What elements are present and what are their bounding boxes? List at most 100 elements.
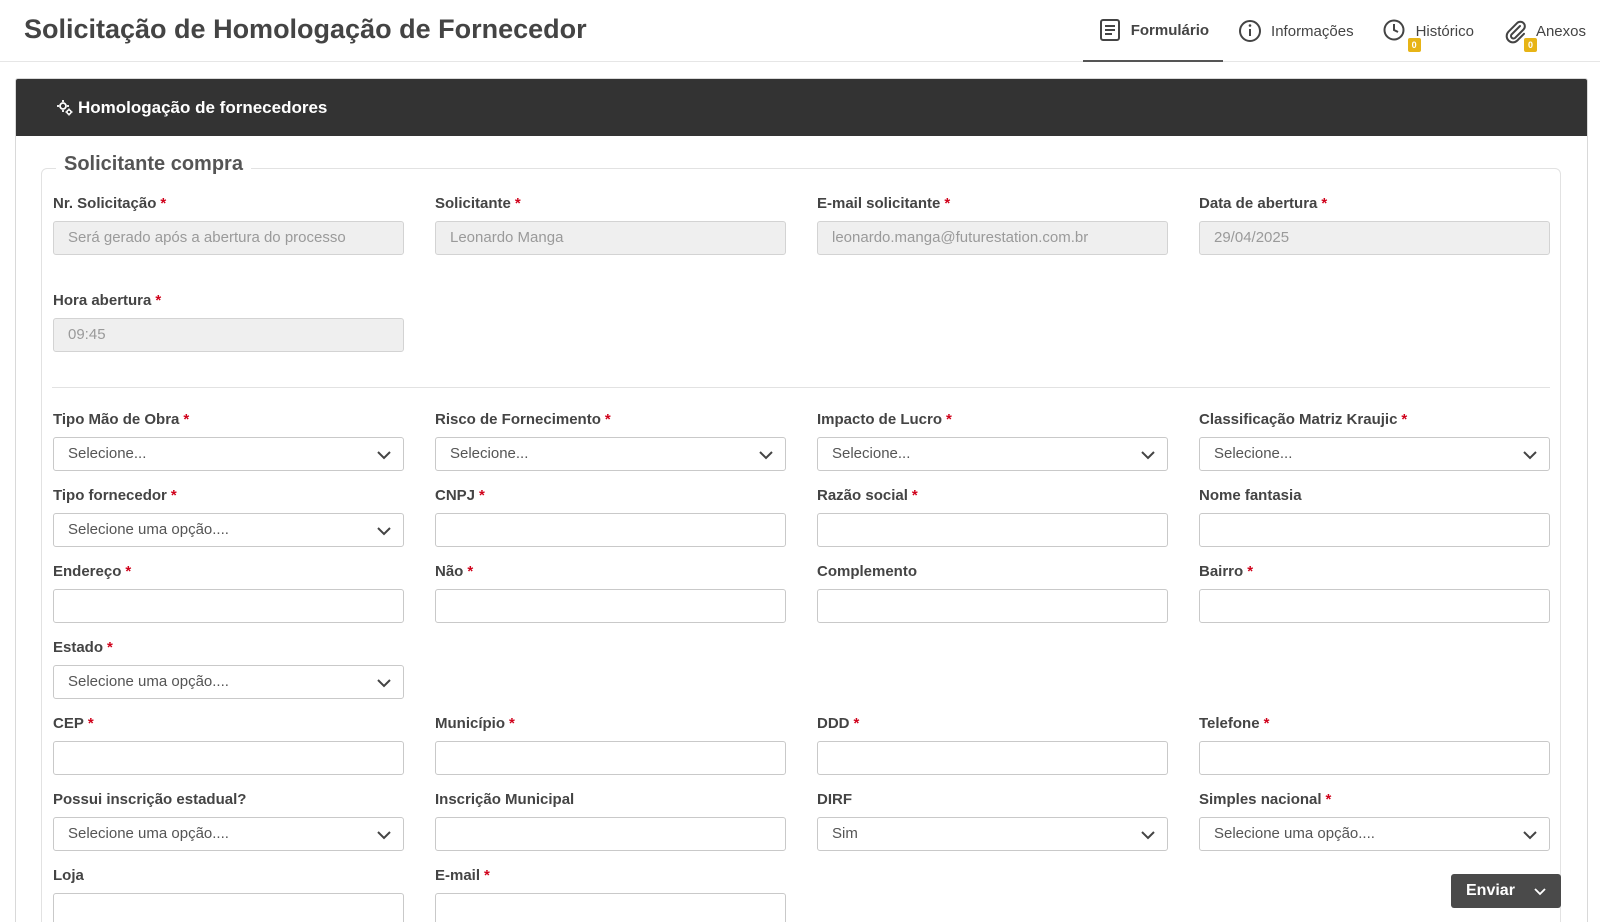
required-mark: * <box>1321 195 1328 212</box>
ddd-input[interactable] <box>817 741 1168 775</box>
impacto-lucro-select[interactable]: Selecione... <box>817 437 1168 471</box>
select-value: Selecione uma opção.... <box>68 521 229 538</box>
field-nr-solicitacao: Nr. Solicitação * Será gerado após a aber… <box>53 194 404 255</box>
email-solicitante-input[interactable]: leonardo.manga@futurestation.com.br <box>817 221 1168 255</box>
select-value: Selecione... <box>832 445 911 462</box>
bairro-input[interactable] <box>1199 589 1550 623</box>
razao-social-input[interactable] <box>817 513 1168 547</box>
endereco-input[interactable] <box>53 589 404 623</box>
tab-informacoes[interactable]: Informações <box>1223 0 1368 62</box>
field-hora-abertura: Hora abertura * 09:45 <box>53 291 404 352</box>
field-estado: Estado * Selecione uma opção.... <box>53 638 404 699</box>
estado-select[interactable]: Selecione uma opção.... <box>53 665 404 699</box>
tipo-mao-obra-select[interactable]: Selecione... <box>53 437 404 471</box>
field-label: CNPJ <box>435 487 476 504</box>
nome-fantasia-input[interactable] <box>1199 513 1550 547</box>
loja-input[interactable] <box>53 893 404 922</box>
chevron-down-icon <box>1141 451 1155 460</box>
solicitante-input[interactable]: Leonardo Manga <box>435 221 786 255</box>
required-mark: * <box>125 563 132 580</box>
select-value: Selecione... <box>68 445 147 462</box>
complemento-input[interactable] <box>817 589 1168 623</box>
hora-abertura-input[interactable]: 09:45 <box>53 318 404 352</box>
field-solicitante: Solicitante * Leonardo Manga <box>435 194 786 255</box>
simples-nacional-select[interactable]: Selecione uma opção.... <box>1199 817 1550 851</box>
select-value: Selecione... <box>1214 445 1293 462</box>
required-mark: * <box>911 487 918 504</box>
field-label: CEP <box>53 715 84 732</box>
matriz-kraujic-select[interactable]: Selecione... <box>1199 437 1550 471</box>
select-value: Sim <box>832 825 858 842</box>
data-abertura-input[interactable]: 29/04/2025 <box>1199 221 1550 255</box>
field-impacto-lucro: Impacto de Lucro * Selecione... <box>817 410 1168 471</box>
field-email-solicitante: E-mail solicitante * leonardo.manga@futur… <box>817 194 1168 255</box>
field-label: E-mail <box>435 867 481 884</box>
required-mark: * <box>514 195 521 212</box>
required-mark: * <box>1401 411 1408 428</box>
tab-anexos[interactable]: 0 Anexos <box>1488 0 1600 62</box>
tab-label: Informações <box>1271 22 1354 40</box>
field-complemento: Complemento <box>817 562 1168 623</box>
chevron-down-icon <box>377 831 391 840</box>
email-input[interactable] <box>435 893 786 922</box>
required-mark: * <box>170 487 177 504</box>
tab-historico[interactable]: 0 Histórico <box>1368 0 1488 62</box>
form-icon <box>1097 17 1123 43</box>
required-mark: * <box>853 715 860 732</box>
required-mark: * <box>479 487 485 504</box>
field-endereco: Endereço * <box>53 562 404 623</box>
cep-input[interactable] <box>53 741 404 775</box>
tab-bar: Formulário Informações 0 Histórico 0 Ane… <box>1082 0 1600 62</box>
cnpj-input[interactable] <box>435 513 786 547</box>
nr-solicitacao-input[interactable]: Será gerado após a abertura do processo <box>53 221 404 255</box>
inscricao-municipal-input[interactable] <box>435 817 786 851</box>
send-button[interactable]: Enviar <box>1451 874 1561 908</box>
field-data-abertura: Data de abertura * 29/04/2025 <box>1199 194 1550 255</box>
field-label: Não <box>435 563 464 580</box>
municipio-input[interactable] <box>435 741 786 775</box>
tab-label: Anexos <box>1535 22 1586 40</box>
top-bar: Solicitação de Homologação de Fornecedor… <box>0 0 1600 62</box>
field-cnpj: CNPJ * <box>435 486 786 547</box>
info-icon <box>1237 18 1263 44</box>
required-mark: * <box>1325 791 1332 808</box>
field-numero: Não * <box>435 562 786 623</box>
field-dirf: DIRF Sim <box>817 790 1168 851</box>
send-button-label: Enviar <box>1466 882 1515 899</box>
chevron-down-icon[interactable] <box>1533 884 1547 898</box>
field-label: Classificação Matriz Kraujic <box>1199 411 1398 428</box>
tab-formulario[interactable]: Formulário <box>1082 0 1224 62</box>
required-mark: * <box>1263 715 1270 732</box>
required-mark: * <box>160 195 167 212</box>
required-mark: * <box>946 411 952 428</box>
field-label: DIRF <box>817 791 852 808</box>
field-label: Complemento <box>817 563 918 580</box>
attachments-count-badge: 0 <box>1523 38 1537 52</box>
numero-input[interactable] <box>435 589 786 623</box>
risco-fornecimento-select[interactable]: Selecione... <box>435 437 786 471</box>
field-ddd: DDD * <box>817 714 1168 775</box>
select-value: Selecione uma opção.... <box>1214 825 1375 842</box>
required-mark: * <box>467 563 474 580</box>
field-label: Razão social <box>817 487 908 504</box>
field-loja: Loja <box>53 866 404 922</box>
telefone-input[interactable] <box>1199 741 1550 775</box>
field-label: Tipo Mão de Obra <box>53 411 180 428</box>
inscricao-estadual-select[interactable]: Selecione uma opção.... <box>53 817 404 851</box>
field-bairro: Bairro * <box>1199 562 1550 623</box>
history-count-badge: 0 <box>1407 38 1421 52</box>
chevron-down-icon <box>1523 451 1537 460</box>
field-simples-nacional: Simples nacional * Selecione uma opção...… <box>1199 790 1550 851</box>
field-label: Bairro <box>1199 563 1244 580</box>
field-tipo-mao-obra: Tipo Mão de Obra * Selecione... <box>53 410 404 471</box>
field-inscricao-estadual: Possui inscrição estadual? Selecione uma… <box>53 790 404 851</box>
field-label: Inscrição Municipal <box>435 791 575 808</box>
dirf-select[interactable]: Sim <box>817 817 1168 851</box>
tab-label: Formulário <box>1130 21 1210 39</box>
field-matriz-kraujic: Classificação Matriz Kraujic * Selecione.… <box>1199 410 1550 471</box>
field-label: Hora abertura <box>53 292 152 309</box>
tipo-fornecedor-select[interactable]: Selecione uma opção.... <box>53 513 404 547</box>
field-label: Tipo fornecedor <box>53 487 167 504</box>
card-title: Homologação de fornecedores <box>78 97 328 117</box>
field-label: Nr. Solicitação <box>53 195 157 212</box>
